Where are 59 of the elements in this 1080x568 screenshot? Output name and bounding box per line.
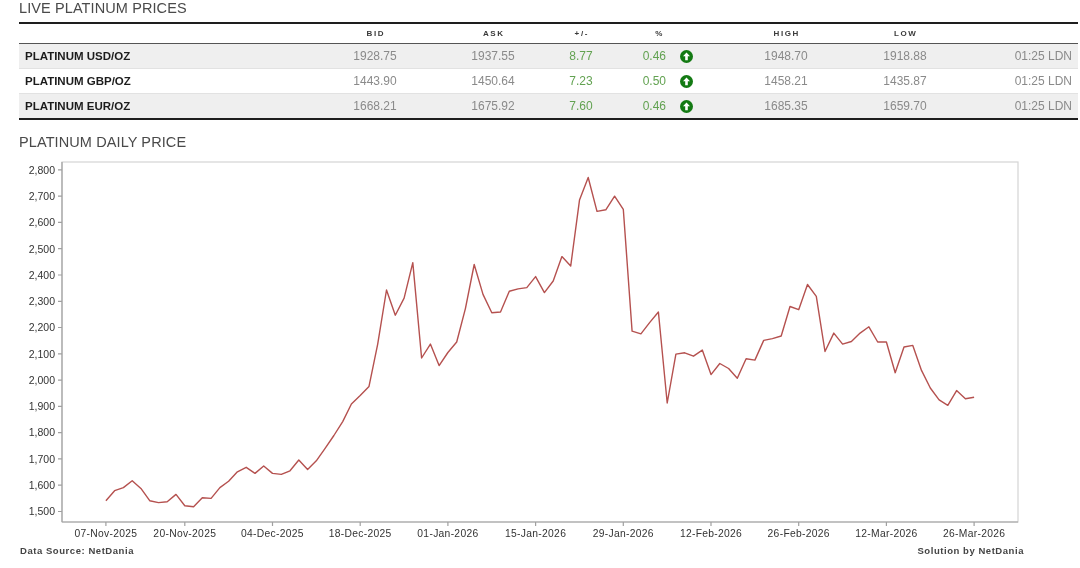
y-axis-label: 2,300 bbox=[28, 295, 55, 308]
y-axis-label: 1,600 bbox=[28, 479, 55, 491]
x-axis-label: 29-Jan-2026 bbox=[592, 528, 654, 539]
chart-title: PLATINUM DAILY PRICE bbox=[19, 134, 187, 150]
update-time: 01:25 LDN bbox=[1014, 99, 1073, 113]
y-axis-label: 2,500 bbox=[28, 242, 55, 255]
y-axis-label: 1,800 bbox=[28, 426, 55, 439]
x-axis-label: 20-Nov-2025 bbox=[153, 528, 217, 539]
y-axis-label: 1,900 bbox=[28, 400, 55, 413]
x-axis-label: 12-Feb-2026 bbox=[679, 528, 743, 539]
x-axis-label: 01-Jan-2026 bbox=[417, 528, 479, 539]
y-axis-label: 2,200 bbox=[28, 321, 55, 334]
price-change: 7.60 bbox=[569, 99, 593, 113]
price-change: 8.77 bbox=[569, 49, 593, 63]
ask-price: 1675.92 bbox=[471, 99, 515, 113]
low-price: 1659.70 bbox=[883, 99, 927, 113]
price-change: 7.23 bbox=[569, 74, 593, 88]
x-axis-label: 26-Mar-2026 bbox=[943, 528, 1006, 539]
instrument-name: PLATINUM USD/OZ bbox=[24, 50, 131, 62]
column-header: BID bbox=[365, 29, 386, 38]
credit-text: Solution by NetDania bbox=[917, 544, 1024, 556]
bid-price: 1443.90 bbox=[353, 74, 397, 88]
y-axis-label: 1,700 bbox=[28, 452, 55, 465]
x-axis-label: 26-Feb-2026 bbox=[767, 528, 830, 539]
update-time: 01:25 LDN bbox=[1014, 74, 1073, 88]
high-price: 1948.70 bbox=[764, 49, 808, 63]
y-axis-label: 2,600 bbox=[28, 216, 55, 229]
y-axis-label: 2,100 bbox=[28, 347, 55, 360]
high-price: 1685.35 bbox=[764, 99, 808, 113]
data-source-text: Data Source: NetDania bbox=[20, 544, 134, 556]
y-axis-label: 1,500 bbox=[28, 505, 55, 518]
ask-price: 1937.55 bbox=[471, 49, 515, 63]
column-header: ASK bbox=[481, 29, 505, 38]
x-axis-label: 15-Jan-2026 bbox=[505, 528, 567, 539]
column-header: % bbox=[654, 29, 665, 38]
column-header: LOW bbox=[893, 29, 918, 38]
percent-change: 0.46 bbox=[642, 49, 667, 63]
y-axis-label: 2,700 bbox=[28, 189, 55, 202]
instrument-name: PLATINUM EUR/OZ bbox=[24, 100, 131, 112]
update-time: 01:25 LDN bbox=[1014, 49, 1073, 63]
ask-price: 1450.64 bbox=[471, 74, 515, 88]
percent-change: 0.46 bbox=[642, 99, 667, 113]
column-header: +/- bbox=[573, 29, 589, 38]
x-axis-label: 18-Dec-2025 bbox=[328, 528, 392, 539]
high-price: 1458.21 bbox=[764, 74, 808, 88]
y-axis-label: 2,800 bbox=[28, 163, 55, 176]
x-axis-label: 07-Nov-2025 bbox=[74, 528, 138, 539]
x-axis-label: 12-Mar-2026 bbox=[855, 528, 918, 539]
bid-price: 1668.21 bbox=[353, 99, 397, 113]
y-axis-label: 2,000 bbox=[28, 373, 55, 386]
section-title: LIVE PLATINUM PRICES bbox=[19, 0, 187, 16]
low-price: 1435.87 bbox=[883, 74, 927, 88]
x-axis-label: 04-Dec-2025 bbox=[241, 528, 304, 539]
percent-change: 0.50 bbox=[642, 74, 667, 88]
bid-price: 1928.75 bbox=[353, 49, 397, 63]
low-price: 1918.88 bbox=[883, 49, 927, 63]
instrument-name: PLATINUM GBP/OZ bbox=[24, 75, 131, 87]
column-header: HIGH bbox=[772, 29, 800, 38]
y-axis-label: 2,400 bbox=[28, 268, 55, 281]
